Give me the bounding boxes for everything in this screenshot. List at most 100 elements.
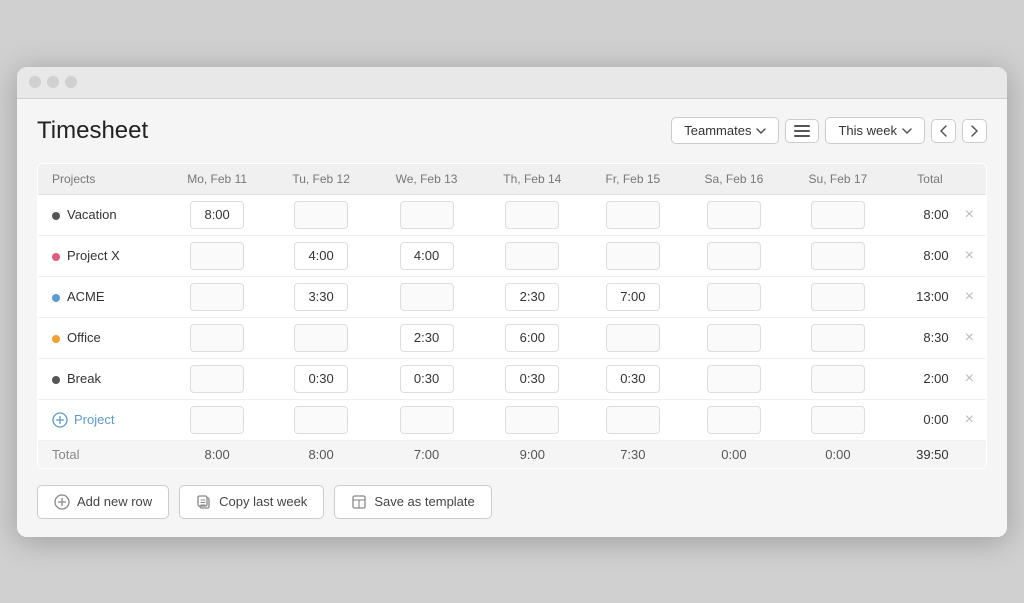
day-cell: [786, 317, 890, 358]
add-project-cell[interactable]: Project: [38, 399, 165, 440]
add-new-row-button[interactable]: Add new row: [37, 485, 169, 519]
time-input[interactable]: [505, 406, 559, 434]
day-cell: [164, 194, 270, 235]
project-cell: Break: [38, 358, 165, 399]
time-input[interactable]: [811, 283, 865, 311]
col-header-thu: Th, Feb 14: [481, 163, 584, 194]
time-input[interactable]: [811, 365, 865, 393]
time-input[interactable]: [400, 406, 454, 434]
time-input[interactable]: [606, 201, 660, 229]
time-input[interactable]: [707, 324, 761, 352]
week-label: This week: [838, 123, 897, 138]
day-cell: [584, 317, 682, 358]
time-input[interactable]: [707, 201, 761, 229]
teammates-label: Teammates: [684, 123, 751, 138]
add-day-cell: [481, 399, 584, 440]
copy-icon: [196, 494, 212, 510]
day-cell: [584, 276, 682, 317]
add-day-cell: [584, 399, 682, 440]
delete-row-button[interactable]: ×: [961, 287, 978, 307]
fullscreen-light: [65, 76, 77, 88]
total-cell: 8:00: [890, 235, 957, 276]
template-icon: [351, 494, 367, 510]
time-input[interactable]: [811, 201, 865, 229]
time-input[interactable]: [190, 201, 244, 229]
time-input[interactable]: [811, 406, 865, 434]
time-input[interactable]: [606, 365, 660, 393]
time-input[interactable]: [505, 201, 559, 229]
delete-cell: ×: [957, 276, 987, 317]
day-cell: [682, 317, 786, 358]
header-row: Timesheet Teammates This week: [37, 117, 987, 145]
delete-row-button[interactable]: ×: [961, 246, 978, 266]
day-cell: [481, 276, 584, 317]
time-input[interactable]: [294, 324, 348, 352]
project-name: Project X: [67, 248, 120, 263]
prev-week-button[interactable]: [931, 119, 956, 143]
time-input[interactable]: [400, 242, 454, 270]
time-input[interactable]: [606, 406, 660, 434]
delete-row-button[interactable]: ×: [961, 328, 978, 348]
teammates-button[interactable]: Teammates: [671, 117, 779, 144]
table-row: ACME13:00×: [38, 276, 987, 317]
time-input[interactable]: [606, 283, 660, 311]
time-input[interactable]: [811, 324, 865, 352]
day-cell: [584, 358, 682, 399]
total-cell: 2:00: [890, 358, 957, 399]
time-input[interactable]: [707, 283, 761, 311]
project-name: ACME: [67, 289, 105, 304]
time-input[interactable]: [294, 283, 348, 311]
add-delete-button[interactable]: ×: [961, 410, 978, 430]
day-cell: [481, 194, 584, 235]
time-input[interactable]: [294, 242, 348, 270]
day-cell: [372, 358, 481, 399]
copy-last-week-button[interactable]: Copy last week: [179, 485, 324, 519]
time-input[interactable]: [606, 242, 660, 270]
this-week-button[interactable]: This week: [825, 117, 925, 144]
time-input[interactable]: [811, 242, 865, 270]
time-input[interactable]: [190, 406, 244, 434]
totals-empty-delete: [957, 440, 987, 468]
time-input[interactable]: [707, 365, 761, 393]
time-input[interactable]: [505, 365, 559, 393]
time-input[interactable]: [505, 283, 559, 311]
time-input[interactable]: [505, 324, 559, 352]
save-as-template-button[interactable]: Save as template: [334, 485, 491, 519]
day-cell: [270, 358, 372, 399]
time-input[interactable]: [606, 324, 660, 352]
list-view-button[interactable]: [785, 119, 819, 143]
add-project-label[interactable]: Project: [52, 412, 160, 428]
total-day-cell: 9:00: [481, 440, 584, 468]
add-day-cell: [372, 399, 481, 440]
add-delete-cell: ×: [957, 399, 987, 440]
next-week-button[interactable]: [962, 119, 987, 143]
time-input[interactable]: [400, 283, 454, 311]
chevron-right-icon: [971, 125, 978, 137]
time-input[interactable]: [505, 242, 559, 270]
add-day-cell: [682, 399, 786, 440]
total-day-cell: 7:00: [372, 440, 481, 468]
window-body: Timesheet Teammates This week: [17, 99, 1007, 537]
time-input[interactable]: [707, 406, 761, 434]
time-input[interactable]: [190, 365, 244, 393]
time-input[interactable]: [190, 324, 244, 352]
day-cell: [682, 358, 786, 399]
time-input[interactable]: [190, 283, 244, 311]
time-input[interactable]: [400, 201, 454, 229]
table-row: Project X 8:00×: [38, 235, 987, 276]
totals-row: Total8:008:007:009:007:300:000:0039:50: [38, 440, 987, 468]
add-day-cell: [164, 399, 270, 440]
page-title: Timesheet: [37, 117, 148, 145]
time-input[interactable]: [190, 242, 244, 270]
delete-row-button[interactable]: ×: [961, 205, 978, 225]
time-input[interactable]: [400, 324, 454, 352]
time-input[interactable]: [400, 365, 454, 393]
day-cell: [584, 194, 682, 235]
time-input[interactable]: [707, 242, 761, 270]
time-input[interactable]: [294, 201, 348, 229]
time-input[interactable]: [294, 365, 348, 393]
chevron-down-icon: [902, 128, 912, 134]
day-cell: [372, 276, 481, 317]
time-input[interactable]: [294, 406, 348, 434]
delete-row-button[interactable]: ×: [961, 369, 978, 389]
